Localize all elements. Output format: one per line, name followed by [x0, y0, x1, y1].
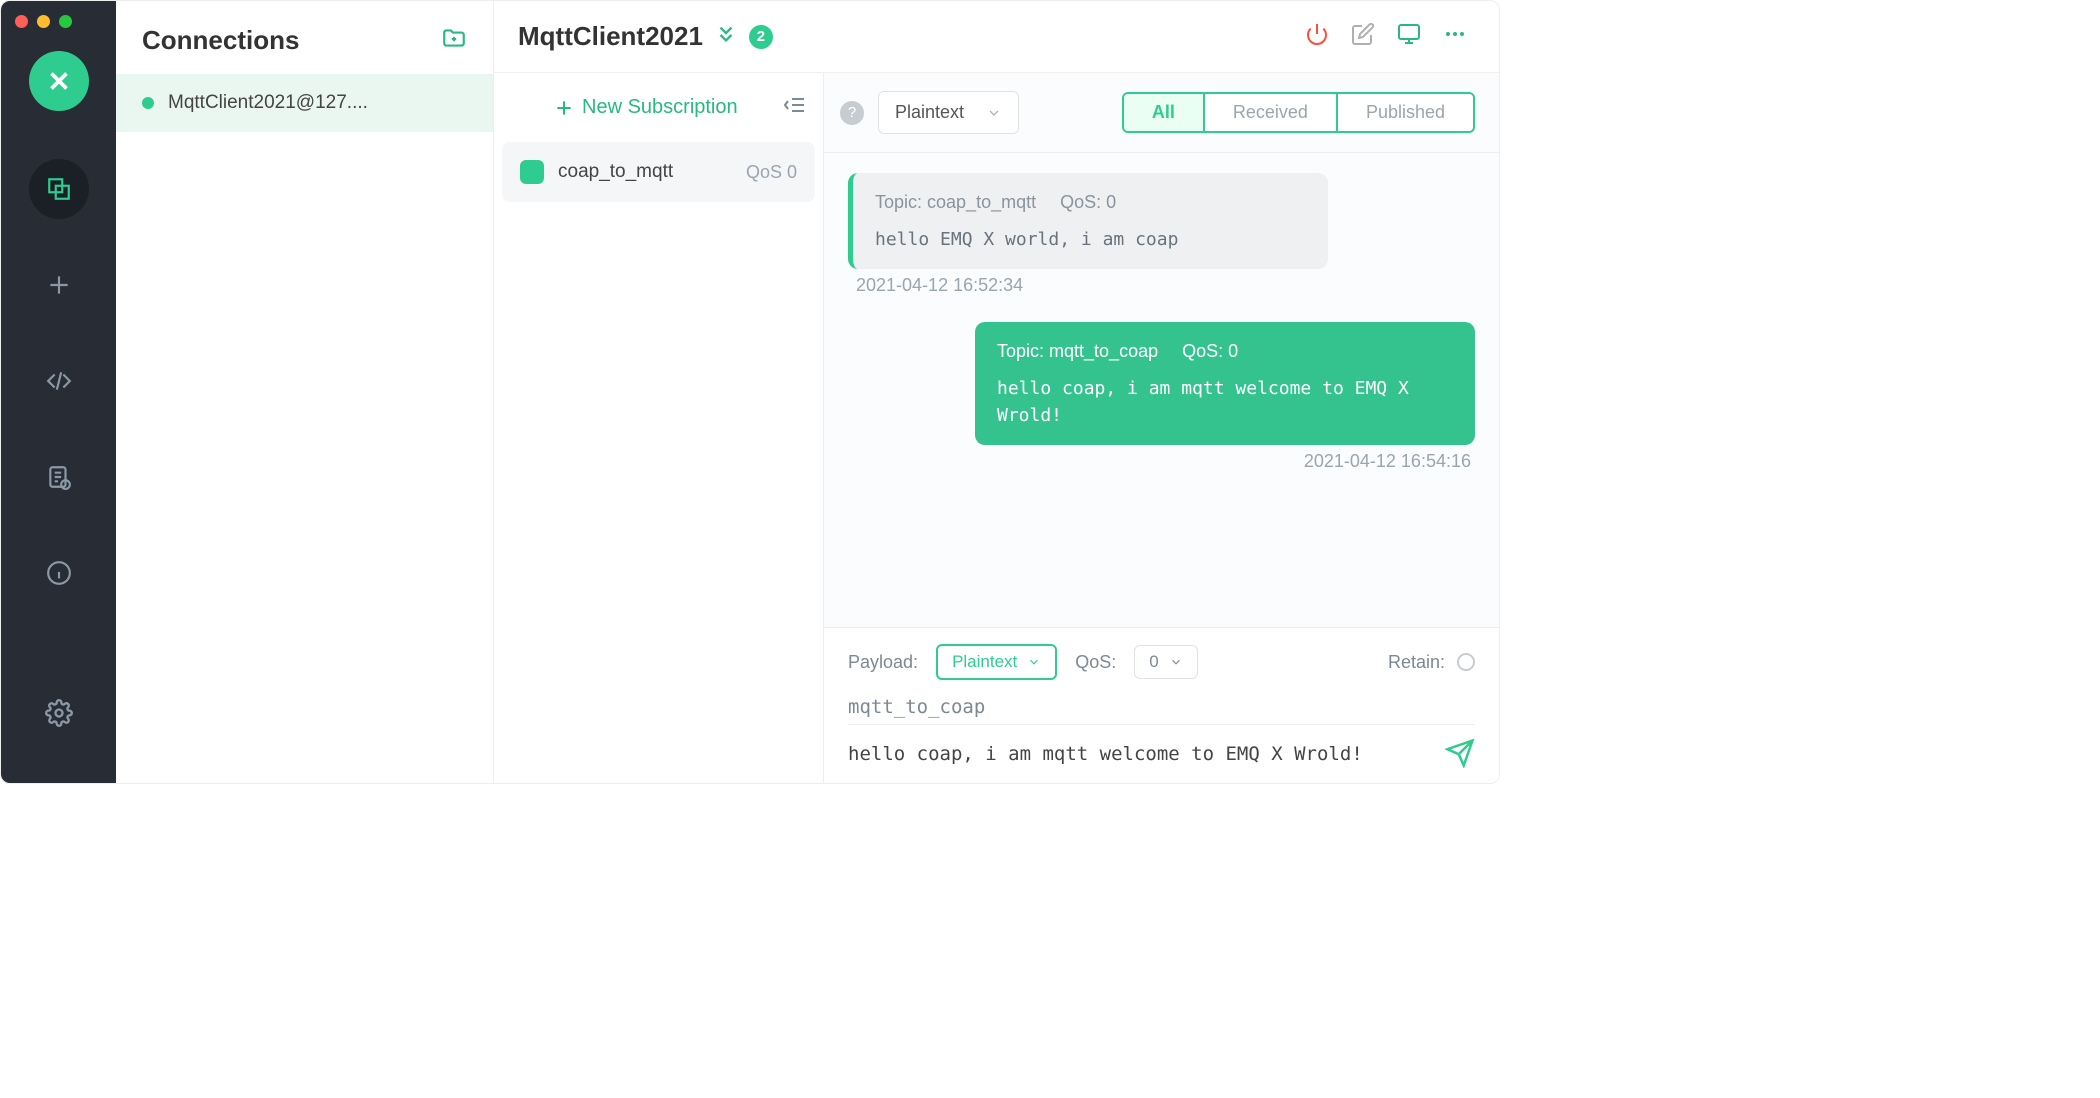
qos-label: QoS: [1075, 652, 1116, 673]
gear-icon [45, 699, 73, 727]
edit-button[interactable] [1351, 22, 1375, 51]
more-icon [1443, 22, 1467, 46]
message-meta: Topic: coap_to_mqtt QoS: 0 [875, 189, 1306, 216]
connection-item[interactable]: MqttClient2021@127.... [116, 74, 493, 132]
nav-settings[interactable] [29, 683, 89, 743]
power-icon [1305, 22, 1329, 46]
msg-qos: QoS: 0 [1060, 189, 1116, 216]
composer: Payload: Plaintext QoS: 0 Retain: [824, 627, 1499, 783]
subscription-card[interactable]: coap_to_mqtt QoS 0 [502, 142, 815, 202]
nav-rail [1, 1, 116, 783]
composer-options: Payload: Plaintext QoS: 0 Retain: [848, 644, 1475, 680]
chevron-down-icon [1169, 655, 1183, 669]
message-filter-tabs: All Received Published [1122, 92, 1475, 133]
minimize-window[interactable] [37, 15, 50, 28]
message-badge: 2 [749, 25, 773, 49]
help-button[interactable]: ? [840, 101, 864, 125]
nav-about[interactable] [29, 543, 89, 603]
nav-new[interactable] [29, 255, 89, 315]
app-window: Connections MqttClient2021@127.... MqttC… [0, 0, 1500, 784]
connections-header: Connections [116, 1, 493, 74]
app-logo [29, 51, 89, 111]
plus-icon [46, 272, 72, 298]
message-column: ? Plaintext All Received Published Top [824, 73, 1499, 783]
main-header-right [1305, 22, 1467, 51]
code-icon [44, 368, 74, 394]
message-toolbar: ? Plaintext All Received Published [824, 73, 1499, 153]
retain-label: Retain: [1388, 652, 1445, 673]
tab-published[interactable]: Published [1336, 94, 1473, 131]
msg-topic: Topic: coap_to_mqtt [875, 189, 1036, 216]
sub-color-swatch [520, 160, 544, 184]
main-area: MqttClient2021 2 [494, 1, 1499, 783]
message-meta: Topic: mqtt_to_coap QoS: 0 [997, 338, 1453, 365]
composer-body-row [848, 735, 1475, 773]
retain-option: Retain: [1388, 652, 1475, 673]
send-icon [1445, 738, 1475, 768]
status-dot [142, 97, 154, 109]
indent-icon [783, 93, 807, 117]
msg-body: hello EMQ X world, i am coap [875, 226, 1306, 253]
payload-select[interactable]: Plaintext [936, 644, 1057, 680]
sub-topic: coap_to_mqtt [558, 161, 732, 183]
main-header: MqttClient2021 2 [494, 1, 1499, 73]
main-header-left: MqttClient2021 2 [518, 21, 773, 52]
composer-body-input[interactable] [848, 735, 1431, 773]
msg-topic: Topic: mqtt_to_coap [997, 338, 1158, 365]
more-button[interactable] [1443, 22, 1467, 51]
tab-all[interactable]: All [1124, 94, 1203, 131]
send-button[interactable] [1445, 738, 1475, 773]
decode-select-value: Plaintext [895, 102, 964, 123]
edit-icon [1351, 22, 1375, 46]
msg-timestamp: 2021-04-12 16:52:34 [856, 275, 1023, 296]
layers-icon [46, 176, 72, 202]
new-subscription-label: New Subscription [582, 96, 738, 119]
expand-button[interactable] [715, 23, 737, 50]
connection-name: MqttClient2021@127.... [168, 92, 368, 114]
close-window[interactable] [15, 15, 28, 28]
payload-select-value: Plaintext [952, 652, 1017, 672]
log-icon [46, 464, 72, 490]
nav-connections[interactable] [29, 159, 89, 219]
message-list: Topic: coap_to_mqtt QoS: 0 hello EMQ X w… [824, 153, 1499, 627]
disconnect-button[interactable] [1305, 22, 1329, 51]
plus-icon [554, 98, 574, 118]
nav-logs[interactable] [29, 447, 89, 507]
message-sent: Topic: mqtt_to_coap QoS: 0 hello coap, i… [975, 322, 1475, 445]
chevron-down-icon [986, 105, 1002, 121]
monitor-icon [1397, 22, 1421, 46]
monitor-button[interactable] [1397, 22, 1421, 51]
msg-body: hello coap, i am mqtt welcome to EMQ X W… [997, 375, 1453, 429]
new-subscription-button[interactable]: New Subscription [554, 96, 738, 119]
subscriptions-head: New Subscription [494, 73, 823, 142]
nav-code[interactable] [29, 351, 89, 411]
folder-plus-icon [441, 25, 467, 51]
msg-timestamp: 2021-04-12 16:54:16 [1304, 451, 1471, 472]
retain-toggle[interactable] [1457, 653, 1475, 671]
composer-topic-input[interactable] [848, 690, 1475, 725]
double-chevron-down-icon [715, 23, 737, 45]
connections-panel: Connections MqttClient2021@127.... [116, 1, 494, 783]
window-controls [15, 15, 72, 28]
subscriptions-column: New Subscription coap_to_mqtt QoS 0 [494, 73, 824, 783]
sub-qos: QoS 0 [746, 162, 797, 183]
zoom-window[interactable] [59, 15, 72, 28]
new-connection-button[interactable] [441, 25, 467, 56]
payload-label: Payload: [848, 652, 918, 673]
tab-received[interactable]: Received [1203, 94, 1336, 131]
decode-select[interactable]: Plaintext [878, 91, 1019, 134]
connections-title: Connections [142, 25, 299, 56]
msg-qos: QoS: 0 [1182, 338, 1238, 365]
info-icon [46, 560, 72, 586]
chevron-down-icon [1027, 655, 1041, 669]
main-body: New Subscription coap_to_mqtt QoS 0 ? [494, 73, 1499, 783]
message-received: Topic: coap_to_mqtt QoS: 0 hello EMQ X w… [848, 173, 1328, 269]
collapse-subs-button[interactable] [783, 93, 807, 122]
qos-select-value: 0 [1149, 652, 1158, 672]
qos-select[interactable]: 0 [1134, 645, 1197, 679]
connection-title: MqttClient2021 [518, 21, 703, 52]
